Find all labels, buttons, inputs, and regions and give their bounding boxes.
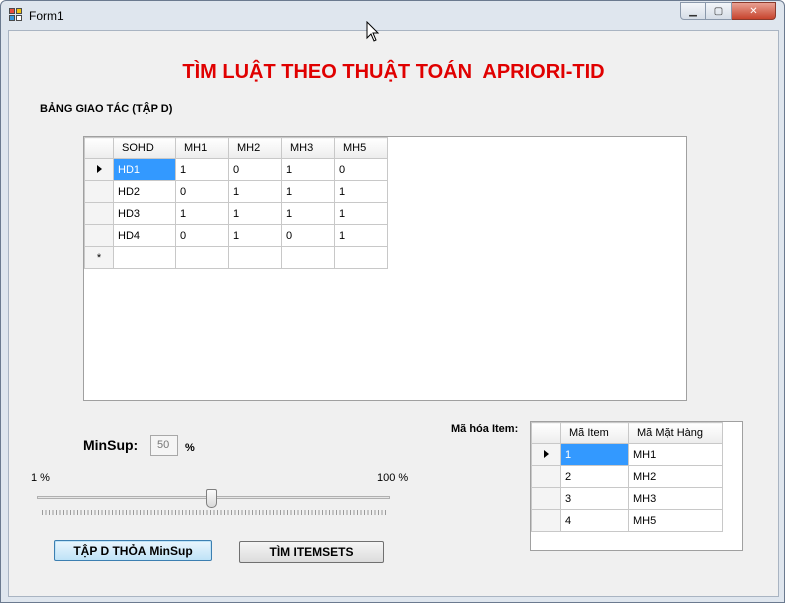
table-cell[interactable]: 1 bbox=[281, 180, 335, 203]
table-cell[interactable]: 1 bbox=[228, 224, 282, 247]
current-row-arrow-icon bbox=[543, 449, 549, 458]
table-cell[interactable]: 0 bbox=[228, 158, 282, 181]
slider-min-label: 1 % bbox=[31, 472, 50, 484]
table-cell[interactable]: 2 bbox=[560, 465, 629, 488]
column-header[interactable]: SOHD bbox=[113, 137, 176, 159]
row-header[interactable] bbox=[531, 465, 561, 488]
table-row[interactable]: HD3 1 1 1 1 bbox=[84, 202, 388, 225]
find-itemsets-button[interactable]: TÌM ITEMSETS bbox=[239, 541, 384, 563]
minimize-button[interactable]: ▁ bbox=[680, 2, 706, 20]
table-row[interactable]: HD1 1 0 1 0 bbox=[84, 158, 388, 181]
table-cell[interactable]: 0 bbox=[334, 158, 388, 181]
form-client-area: TÌM LUẬT THEO THUẬT TOÁN APRIORI-TID BẢN… bbox=[8, 30, 779, 597]
close-button[interactable]: ✕ bbox=[732, 2, 776, 20]
item-encoding-label: Mã hóa Item: bbox=[451, 423, 519, 435]
table-cell[interactable]: 1 bbox=[175, 158, 229, 181]
column-header[interactable]: Mã Mặt Hàng bbox=[628, 422, 723, 444]
maximize-button[interactable]: ▢ bbox=[706, 2, 732, 20]
row-header[interactable] bbox=[84, 224, 114, 247]
table-cell[interactable]: MH3 bbox=[628, 487, 723, 510]
table-cell[interactable]: 0 bbox=[281, 224, 335, 247]
grid-corner-header[interactable] bbox=[84, 137, 114, 159]
row-header-current[interactable] bbox=[531, 443, 561, 466]
table-cell[interactable] bbox=[228, 246, 282, 269]
table-cell[interactable]: 1 bbox=[228, 202, 282, 225]
table-row[interactable]: HD4 0 1 0 1 bbox=[84, 224, 388, 247]
slider-max-label: 100 % bbox=[377, 472, 409, 484]
row-header[interactable] bbox=[84, 180, 114, 203]
table-cell[interactable] bbox=[281, 246, 335, 269]
table-cell[interactable]: 1 bbox=[228, 180, 282, 203]
minsup-slider-thumb[interactable] bbox=[206, 489, 218, 508]
row-header[interactable] bbox=[531, 487, 561, 510]
column-header[interactable]: Mã Item bbox=[560, 422, 629, 444]
current-row-arrow-icon bbox=[96, 164, 102, 173]
table-cell[interactable]: 0 bbox=[175, 180, 229, 203]
table-cell[interactable] bbox=[175, 246, 229, 269]
table-cell[interactable]: HD4 bbox=[113, 224, 176, 247]
row-header[interactable] bbox=[531, 509, 561, 532]
table-row[interactable]: 3 MH3 bbox=[531, 487, 723, 510]
row-header[interactable] bbox=[84, 202, 114, 225]
table-cell[interactable]: 0 bbox=[175, 224, 229, 247]
table-row[interactable]: 1 MH1 bbox=[531, 443, 723, 466]
minsup-label: MinSup: bbox=[83, 437, 139, 453]
table-cell[interactable]: 1 bbox=[281, 202, 335, 225]
table-cell[interactable]: MH2 bbox=[628, 465, 723, 488]
page-title: TÌM LUẬT THEO THUẬT TOÁN APRIORI-TID bbox=[182, 61, 605, 83]
table-row[interactable]: 4 MH5 bbox=[531, 509, 723, 532]
new-row[interactable]: * bbox=[84, 246, 388, 269]
table-cell[interactable]: 1 bbox=[175, 202, 229, 225]
grid-corner-header[interactable] bbox=[531, 422, 561, 444]
column-header[interactable]: MH5 bbox=[334, 137, 388, 159]
column-header[interactable]: MH2 bbox=[228, 137, 282, 159]
table-cell[interactable]: 1 bbox=[560, 443, 629, 466]
table-cell[interactable] bbox=[334, 246, 388, 269]
new-row-marker[interactable]: * bbox=[84, 246, 114, 269]
table-cell[interactable]: MH5 bbox=[628, 509, 723, 532]
table-row[interactable]: HD2 0 1 1 1 bbox=[84, 180, 388, 203]
row-header-current[interactable] bbox=[84, 158, 114, 181]
transactions-label: BẢNG GIAO TÁC (TẬP D) bbox=[40, 103, 173, 115]
table-cell[interactable]: 1 bbox=[334, 202, 388, 225]
window-title: Form1 bbox=[29, 9, 64, 23]
table-cell[interactable]: 3 bbox=[560, 487, 629, 510]
item-encoding-grid[interactable]: Mã Item Mã Mặt Hàng 1 MH1 2 MH2 3 MH3 4 … bbox=[530, 421, 743, 551]
table-cell[interactable]: 1 bbox=[334, 224, 388, 247]
mouse-cursor-icon bbox=[366, 21, 380, 42]
app-icon bbox=[9, 8, 23, 22]
table-cell[interactable]: HD2 bbox=[113, 180, 176, 203]
minsup-input[interactable]: 50 bbox=[150, 435, 178, 456]
filter-minsup-button[interactable]: TẬP D THỎA MinSup bbox=[54, 540, 212, 561]
table-cell[interactable]: HD3 bbox=[113, 202, 176, 225]
table-cell[interactable]: 1 bbox=[281, 158, 335, 181]
table-cell[interactable]: 1 bbox=[334, 180, 388, 203]
slider-ticks bbox=[42, 510, 387, 515]
table-cell[interactable]: MH1 bbox=[628, 443, 723, 466]
table-cell[interactable]: HD1 bbox=[113, 158, 176, 181]
table-cell[interactable]: 4 bbox=[560, 509, 629, 532]
transactions-grid[interactable]: SOHD MH1 MH2 MH3 MH5 HD1 1 0 1 0 HD2 0 1… bbox=[83, 136, 687, 401]
form-window: Form1 ▁ ▢ ✕ TÌM LUẬT THEO THUẬT TOÁN APR… bbox=[0, 0, 785, 603]
table-cell[interactable] bbox=[113, 246, 176, 269]
column-header[interactable]: MH3 bbox=[281, 137, 335, 159]
table-row[interactable]: 2 MH2 bbox=[531, 465, 723, 488]
title-bar[interactable]: Form1 ▁ ▢ ✕ bbox=[1, 1, 784, 31]
minsup-unit-label: % bbox=[185, 442, 195, 454]
column-header[interactable]: MH1 bbox=[175, 137, 229, 159]
